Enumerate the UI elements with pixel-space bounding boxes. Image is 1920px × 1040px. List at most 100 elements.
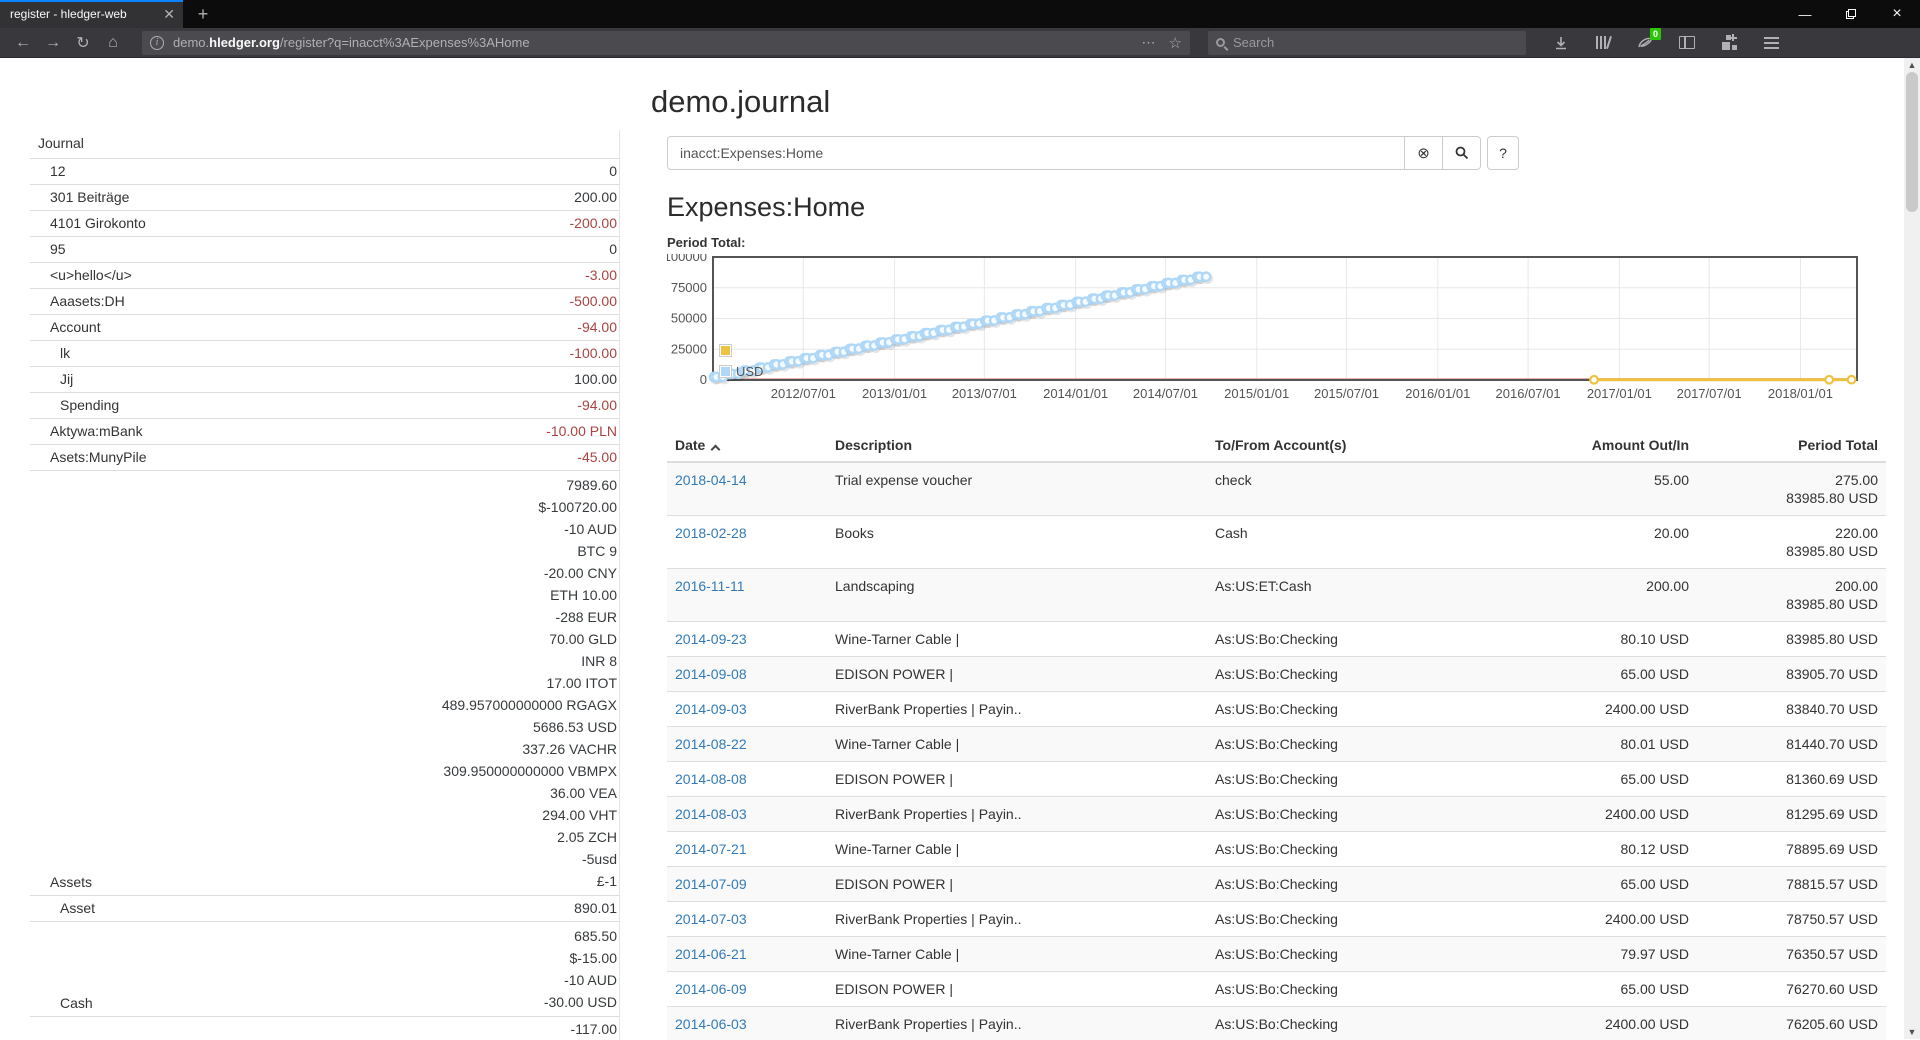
- transaction-period-total: 83985.80 USD: [1697, 622, 1886, 657]
- query-input[interactable]: [667, 136, 1405, 170]
- library-button[interactable]: [1594, 34, 1612, 52]
- sidebar-account-link[interactable]: Aktywa:mBank: [30, 422, 143, 441]
- legend-swatch: [719, 344, 732, 357]
- scrollbar-thumb[interactable]: [1906, 72, 1918, 212]
- sidebar-account-link[interactable]: Assets: [30, 873, 92, 892]
- sort-ascending-icon: [711, 445, 721, 455]
- sidebar-account-balance: -45.00: [577, 448, 617, 467]
- transaction-row[interactable]: 2014-08-08EDISON POWER |As:US:Bo:Checkin…: [667, 762, 1886, 797]
- sidebar-account-link[interactable]: Aaasets:DH: [30, 292, 125, 311]
- screenshots-button[interactable]: [1720, 34, 1738, 52]
- transaction-row[interactable]: 2018-02-28BooksCash20.00220.0083985.80 U…: [667, 516, 1886, 569]
- sidebar-account-link[interactable]: 4101 Girokonto: [30, 214, 146, 233]
- sidebar-account-link[interactable]: Cash: [30, 994, 93, 1013]
- tab-close-icon[interactable]: ✕: [163, 6, 175, 23]
- transaction-row[interactable]: 2014-08-22Wine-Tarner Cable |As:US:Bo:Ch…: [667, 727, 1886, 762]
- window-minimize-button[interactable]: —: [1782, 0, 1828, 28]
- sidebar-account-link[interactable]: Account: [30, 318, 101, 337]
- transaction-amount: 65.00 USD: [1507, 762, 1697, 797]
- sidebar-account-link[interactable]: Asset: [30, 899, 95, 918]
- transaction-row[interactable]: 2014-07-03RiverBank Properties | Payin..…: [667, 902, 1886, 937]
- sidebar-account-link[interactable]: lk: [30, 344, 70, 363]
- page-scrollbar[interactable]: ▲ ▼: [1904, 58, 1920, 1039]
- transaction-account: As:US:Bo:Checking: [1207, 622, 1507, 657]
- transaction-date-link[interactable]: 2018-04-14: [675, 472, 747, 488]
- transaction-amount: 2400.00 USD: [1507, 1007, 1697, 1040]
- hledger-web-page: Journal 120301 Beiträge200.004101 Giroko…: [0, 58, 1920, 1039]
- notes-button[interactable]: 0: [1636, 34, 1654, 52]
- transaction-row[interactable]: 2014-07-09EDISON POWER |As:US:Bo:Checkin…: [667, 867, 1886, 902]
- transaction-description: EDISON POWER |: [827, 867, 1207, 902]
- transaction-row[interactable]: 2014-08-03RiverBank Properties | Payin..…: [667, 797, 1886, 832]
- transaction-date-link[interactable]: 2014-06-03: [675, 1016, 747, 1032]
- transaction-date-link[interactable]: 2018-02-28: [675, 525, 747, 541]
- site-info-icon[interactable]: i: [150, 36, 164, 50]
- transaction-date-link[interactable]: 2014-07-21: [675, 841, 747, 857]
- transaction-row[interactable]: 2014-07-21Wine-Tarner Cable |As:US:Bo:Ch…: [667, 832, 1886, 867]
- sidebar-account-link[interactable]: Asets:MunyPile: [30, 448, 146, 467]
- help-button[interactable]: ?: [1487, 136, 1519, 170]
- downloads-button[interactable]: [1552, 34, 1570, 52]
- transaction-date-link[interactable]: 2014-07-09: [675, 876, 747, 892]
- transaction-date-link[interactable]: 2014-06-09: [675, 981, 747, 997]
- transaction-period-total: 78815.57 USD: [1697, 867, 1886, 902]
- sidebar-account-balance: 200.00: [574, 188, 617, 207]
- forward-button[interactable]: →: [38, 30, 68, 56]
- transaction-description: Wine-Tarner Cable |: [827, 937, 1207, 972]
- browser-tab[interactable]: register - hledger-web ✕: [0, 0, 183, 28]
- transaction-account: As:US:Bo:Checking: [1207, 797, 1507, 832]
- transaction-row[interactable]: 2014-09-08EDISON POWER |As:US:Bo:Checkin…: [667, 657, 1886, 692]
- window-close-button[interactable]: ×: [1874, 0, 1920, 28]
- chart-legend: USD: [719, 340, 763, 382]
- period-total-chart: 02500050000750001000002012/07/012013/01/…: [667, 254, 1863, 415]
- sidebar-account-link[interactable]: Spending: [30, 396, 119, 415]
- transaction-amount: 80.12 USD: [1507, 832, 1697, 867]
- bookmark-star-icon[interactable]: ☆: [1169, 34, 1182, 52]
- sidebar-account-row: Account-94.00: [30, 314, 619, 340]
- transaction-row[interactable]: 2014-06-09EDISON POWER |As:US:Bo:Checkin…: [667, 972, 1886, 1007]
- clear-query-button[interactable]: ⊗: [1405, 136, 1443, 170]
- account-title: Expenses:Home: [667, 192, 1886, 223]
- sidebar-account-link[interactable]: 95: [30, 240, 66, 259]
- transaction-date-link[interactable]: 2014-09-23: [675, 631, 747, 647]
- transaction-date-link[interactable]: 2014-07-03: [675, 911, 747, 927]
- submit-search-button[interactable]: [1443, 136, 1481, 170]
- window-restore-button[interactable]: [1828, 0, 1874, 28]
- column-header-date[interactable]: Date: [667, 429, 827, 462]
- transaction-row[interactable]: 2016-11-11LandscapingAs:US:ET:Cash200.00…: [667, 569, 1886, 622]
- page-actions-icon[interactable]: ⋯: [1142, 34, 1157, 51]
- legend-entry: [719, 340, 763, 361]
- scroll-down-arrow[interactable]: ▼: [1904, 1025, 1920, 1039]
- browser-search-bar[interactable]: Search: [1208, 31, 1526, 55]
- url-text: demo.hledger.org/register?q=inacct%3AExp…: [173, 35, 1138, 50]
- home-button[interactable]: ⌂: [98, 30, 128, 56]
- sidebar-account-link[interactable]: Jij: [30, 370, 73, 389]
- transaction-row[interactable]: 2014-09-23Wine-Tarner Cable |As:US:Bo:Ch…: [667, 622, 1886, 657]
- back-button[interactable]: ←: [8, 30, 38, 56]
- transaction-date-link[interactable]: 2014-09-03: [675, 701, 747, 717]
- sidebars-button[interactable]: [1678, 34, 1696, 52]
- transaction-date-link[interactable]: 2014-08-03: [675, 806, 747, 822]
- transaction-date-link[interactable]: 2016-11-11: [675, 578, 745, 594]
- transaction-row[interactable]: 2018-04-14Trial expense vouchercheck55.0…: [667, 462, 1886, 516]
- transaction-row[interactable]: 2014-06-03RiverBank Properties | Payin..…: [667, 1007, 1886, 1040]
- legend-entry: USD: [719, 361, 763, 382]
- sidebar-account-link[interactable]: 12: [30, 162, 66, 181]
- sidebar-account-link[interactable]: <u>hello</u>: [30, 266, 132, 285]
- transaction-date-link[interactable]: 2014-06-21: [675, 946, 747, 962]
- svg-text:2012/07/01: 2012/07/01: [771, 386, 836, 401]
- scroll-up-arrow[interactable]: ▲: [1904, 58, 1920, 72]
- magnifier-icon: [1455, 146, 1469, 160]
- transaction-period-total: 220.0083985.80 USD: [1697, 516, 1886, 569]
- transaction-date-link[interactable]: 2014-08-22: [675, 736, 747, 752]
- transaction-row[interactable]: 2014-09-03RiverBank Properties | Payin..…: [667, 692, 1886, 727]
- menu-button[interactable]: [1762, 34, 1780, 52]
- transaction-row[interactable]: 2014-06-21Wine-Tarner Cable |As:US:Bo:Ch…: [667, 937, 1886, 972]
- new-tab-button[interactable]: +: [188, 0, 218, 28]
- reload-button[interactable]: ↻: [68, 30, 98, 56]
- transaction-date-link[interactable]: 2014-08-08: [675, 771, 747, 787]
- url-bar[interactable]: i demo.hledger.org/register?q=inacct%3AE…: [142, 31, 1190, 55]
- sidebar-journal-link[interactable]: Journal: [38, 135, 84, 151]
- transaction-date-link[interactable]: 2014-09-08: [675, 666, 747, 682]
- sidebar-account-link[interactable]: 301 Beiträge: [30, 188, 129, 207]
